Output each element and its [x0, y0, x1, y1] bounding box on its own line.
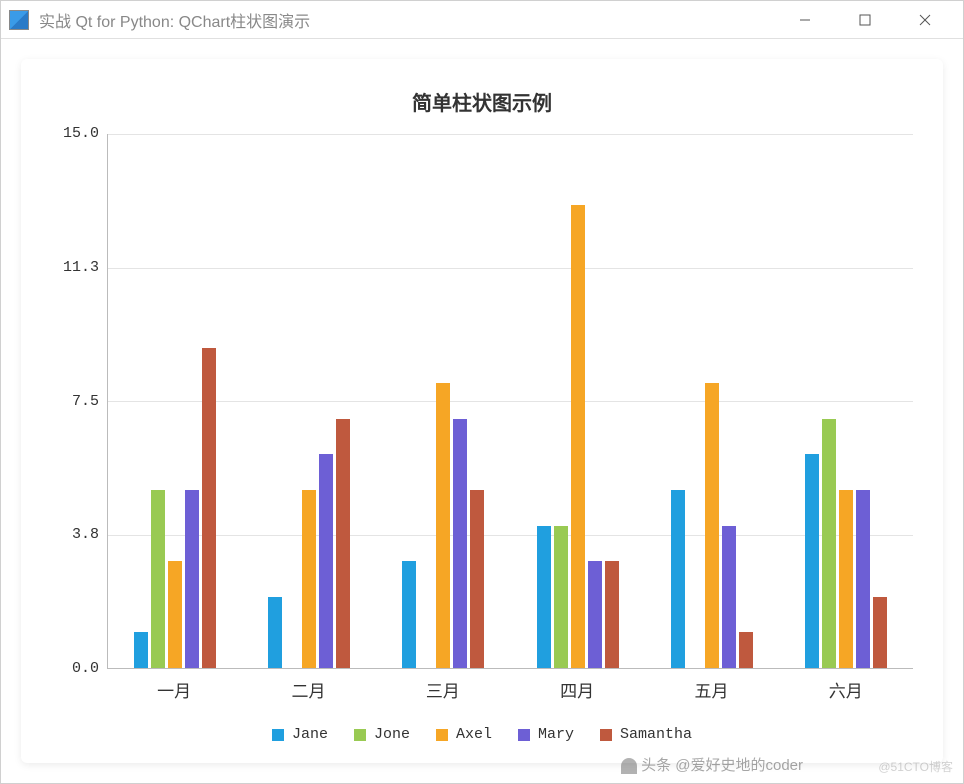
chart-title: 简单柱状图示例 [51, 87, 913, 116]
chart-panel: 简单柱状图示例 15.0 11.3 7.5 3.8 0.0 一月二月三月四 [21, 59, 943, 763]
bar [319, 454, 333, 668]
close-button[interactable] [895, 1, 955, 39]
legend-label: Mary [538, 726, 574, 743]
watermark-author-text: 头条 @爱好史地的coder [641, 757, 803, 774]
legend-swatch [436, 729, 448, 741]
close-icon [918, 13, 932, 27]
bar [302, 490, 316, 668]
x-tick: 六月 [779, 669, 913, 702]
x-tick: 一月 [107, 669, 241, 702]
bar-group [779, 134, 913, 668]
window-title: 实战 Qt for Python: QChart柱状图演示 [39, 8, 775, 32]
bar-group [108, 134, 242, 668]
titlebar: 实战 Qt for Python: QChart柱状图演示 [1, 1, 963, 39]
bar [856, 490, 870, 668]
legend-label: Axel [456, 726, 492, 743]
legend-swatch [272, 729, 284, 741]
bar [554, 526, 568, 668]
legend-item: Axel [436, 726, 492, 743]
maximize-icon [858, 13, 872, 27]
bar [402, 561, 416, 668]
watermark-site: @51CTO博客 [878, 758, 953, 775]
legend-label: Jone [374, 726, 410, 743]
bar [822, 419, 836, 668]
maximize-button[interactable] [835, 1, 895, 39]
window-controls [775, 1, 955, 39]
x-axis: 一月二月三月四月五月六月 [107, 669, 913, 702]
bar [722, 526, 736, 668]
bar [470, 490, 484, 668]
bar [151, 490, 165, 668]
legend-label: Jane [292, 726, 328, 743]
bar [268, 597, 282, 668]
plot-area [107, 134, 913, 669]
legend-item: Samantha [600, 726, 692, 743]
plot-wrapper: 15.0 11.3 7.5 3.8 0.0 [51, 134, 913, 669]
legend: Jane Jone Axel Mary Samantha [51, 726, 913, 743]
bar [588, 561, 602, 668]
bar [571, 205, 585, 668]
watermark-author: 头条 @爱好史地的coder [621, 754, 803, 775]
bar [805, 454, 819, 668]
bar-group [242, 134, 376, 668]
bar [839, 490, 853, 668]
x-tick: 三月 [376, 669, 510, 702]
legend-swatch [600, 729, 612, 741]
x-tick: 四月 [510, 669, 644, 702]
bar-group [511, 134, 645, 668]
minimize-button[interactable] [775, 1, 835, 39]
legend-item: Jone [354, 726, 410, 743]
app-window: 实战 Qt for Python: QChart柱状图演示 简单柱状图示例 15… [0, 0, 964, 784]
bar-group [376, 134, 510, 668]
x-tick: 五月 [644, 669, 778, 702]
legend-swatch [518, 729, 530, 741]
legend-item: Mary [518, 726, 574, 743]
legend-swatch [354, 729, 366, 741]
bar [537, 526, 551, 668]
bar [202, 348, 216, 668]
bar-groups [108, 134, 913, 668]
legend-item: Jane [272, 726, 328, 743]
bar [168, 561, 182, 668]
legend-label: Samantha [620, 726, 692, 743]
bar [671, 490, 685, 668]
avatar-icon [621, 758, 637, 774]
bar [605, 561, 619, 668]
bar [436, 383, 450, 668]
bar [134, 632, 148, 668]
y-axis: 15.0 11.3 7.5 3.8 0.0 [51, 134, 107, 669]
bar-group [645, 134, 779, 668]
app-icon [9, 10, 29, 30]
bar [336, 419, 350, 668]
bar [739, 632, 753, 668]
bar [873, 597, 887, 668]
content-area: 简单柱状图示例 15.0 11.3 7.5 3.8 0.0 一月二月三月四 [1, 39, 963, 783]
bar [453, 419, 467, 668]
bar [185, 490, 199, 668]
x-tick: 二月 [241, 669, 375, 702]
bar [705, 383, 719, 668]
minimize-icon [798, 13, 812, 27]
